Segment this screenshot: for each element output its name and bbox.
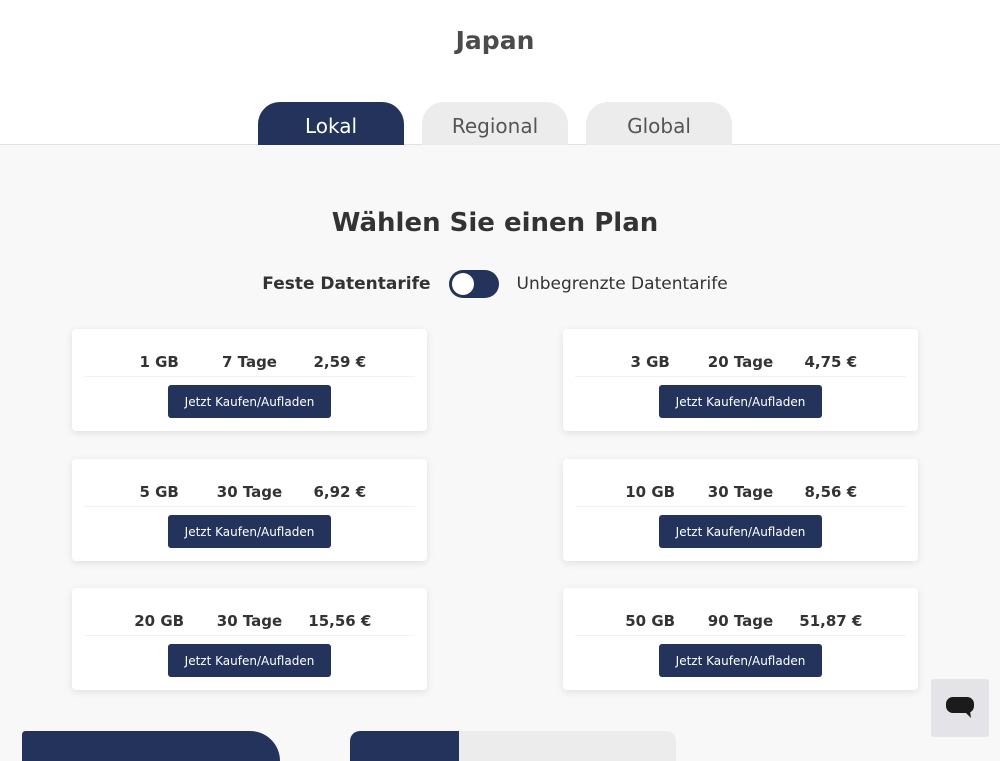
bottom-tab[interactable] [459,731,568,761]
plan-price: 4,75 € [804,352,858,371]
tab-global[interactable]: Global [586,102,732,145]
plan-card: 50 GB 90 Tage 51,87 € Jetzt Kaufen/Aufla… [563,588,918,690]
plan-price: 15,56 € [308,611,372,630]
plan-price: 8,56 € [804,482,858,501]
buy-button[interactable]: Jetzt Kaufen/Aufladen [168,644,331,677]
buy-button[interactable]: Jetzt Kaufen/Aufladen [168,515,331,548]
plan-data-amount: 3 GB [630,352,670,371]
plan-details: 20 GB 30 Tage 15,56 € [84,606,415,636]
plan-data-amount: 1 GB [139,352,179,371]
plan-card: 5 GB 30 Tage 6,92 € Jetzt Kaufen/Auflade… [72,459,427,561]
plan-card: 1 GB 7 Tage 2,59 € Jetzt Kaufen/Aufladen [72,329,427,431]
buy-button[interactable]: Jetzt Kaufen/Aufladen [659,515,822,548]
plan-type-toggle-row: Feste Datentarife Unbegrenzte Datentarif… [0,270,990,298]
plan-card: 20 GB 30 Tage 15,56 € Jetzt Kaufen/Aufla… [72,588,427,690]
unlimited-plans-label: Unbegrenzte Datentarife [516,274,728,294]
bottom-tabs [350,731,676,761]
bottom-tab[interactable] [350,731,459,761]
plan-details: 50 GB 90 Tage 51,87 € [575,606,906,636]
page-title: Japan [455,26,535,55]
plan-card: 10 GB 30 Tage 8,56 € Jetzt Kaufen/Auflad… [563,459,918,561]
plan-card: 3 GB 20 Tage 4,75 € Jetzt Kaufen/Auflade… [563,329,918,431]
plan-data-amount: 50 GB [625,611,676,630]
plan-duration: 7 Tage [221,352,277,371]
toggle-knob [451,273,474,295]
plan-details: 10 GB 30 Tage 8,56 € [575,477,906,507]
buy-button[interactable]: Jetzt Kaufen/Aufladen [659,644,822,677]
plan-data-amount: 5 GB [139,482,179,501]
plan-type-toggle[interactable] [448,270,499,298]
plan-price: 51,87 € [799,611,863,630]
tab-regional[interactable]: Regional [422,102,568,145]
tab-lokal[interactable]: Lokal [258,102,404,145]
buy-button[interactable]: Jetzt Kaufen/Aufladen [168,385,331,418]
plan-price: 2,59 € [313,352,367,371]
plan-heading: Wählen Sie einen Plan [331,208,659,238]
plan-price: 6,92 € [313,482,367,501]
bottom-banner [22,731,280,761]
plan-duration: 90 Tage [707,611,774,630]
fixed-plans-label: Feste Datentarife [262,274,431,294]
bottom-tab[interactable] [568,731,676,761]
page-header: Japan Lokal Regional Global [0,0,1000,145]
buy-button[interactable]: Jetzt Kaufen/Aufladen [659,385,822,418]
plan-duration: 30 Tage [216,482,283,501]
plan-details: 1 GB 7 Tage 2,59 € [84,347,415,377]
plan-data-amount: 20 GB [134,611,185,630]
plan-duration: 30 Tage [216,611,283,630]
plan-duration: 30 Tage [707,482,774,501]
plan-duration: 20 Tage [707,352,774,371]
plan-data-amount: 10 GB [625,482,676,501]
plan-details: 5 GB 30 Tage 6,92 € [84,477,415,507]
plan-details: 3 GB 20 Tage 4,75 € [575,347,906,377]
region-tabs: Lokal Regional Global [258,102,732,145]
chat-bubble-icon [946,697,974,718]
chat-button[interactable] [931,679,989,737]
